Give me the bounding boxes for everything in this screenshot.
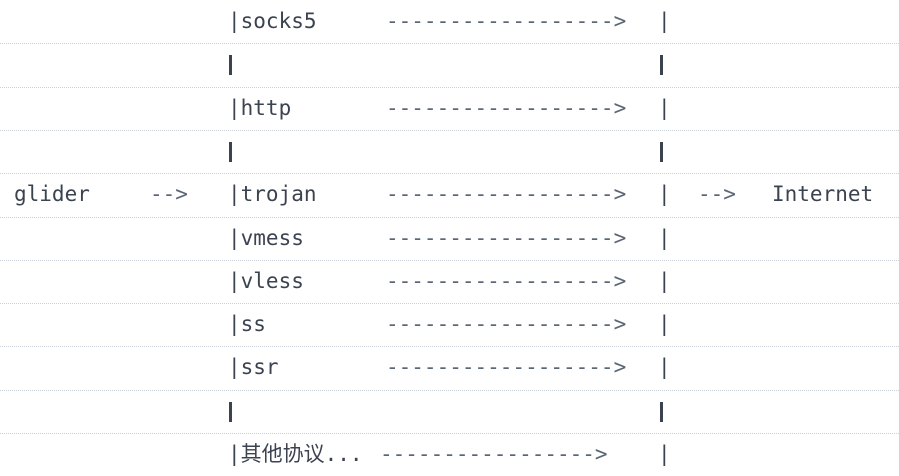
row-end-bar: |	[658, 442, 671, 466]
row-end-bar: |	[658, 96, 671, 120]
protocol-row: |ss ------------------> |	[0, 303, 899, 346]
vertical-bar-right	[660, 55, 663, 75]
vertical-bar-left	[229, 142, 232, 162]
row-end-bar: |	[658, 226, 671, 250]
protocol-label: |vless	[228, 269, 304, 293]
protocol-arrow: ------------------>	[386, 312, 627, 336]
row-end-bar: |	[658, 312, 671, 336]
protocol-row: |socks5 ------------------> |	[0, 0, 899, 43]
protocol-row: |vmess ------------------> |	[0, 217, 899, 260]
internet-arrow: -->	[698, 182, 736, 206]
protocol-label: |http	[228, 96, 292, 120]
vertical-bar-right	[660, 142, 663, 162]
protocol-label: |vmess	[228, 226, 304, 250]
protocol-label: |其他协议...	[228, 442, 363, 466]
protocol-row: |其他协议... -----------------> |	[0, 433, 899, 476]
protocol-arrow: ----------------->	[380, 442, 608, 466]
row-end-bar: |	[658, 355, 671, 379]
protocol-label: |ss	[228, 312, 266, 336]
protocol-row: |vless ------------------> |	[0, 260, 899, 303]
vertical-bar-left	[229, 55, 232, 75]
protocol-label: |ssr	[228, 355, 279, 379]
protocol-row	[0, 390, 899, 433]
vertical-bar-left	[229, 402, 232, 422]
glider-arrow: -->	[150, 182, 188, 206]
protocol-row	[0, 130, 899, 173]
protocol-label: |trojan	[228, 182, 317, 206]
glider-label: glider	[14, 182, 90, 206]
row-end-bar: |	[658, 269, 671, 293]
proxy-diagram: |socks5 ------------------> | |http --------…	[0, 0, 899, 475]
protocol-arrow: ------------------>	[386, 269, 627, 293]
protocol-row: |ssr ------------------> |	[0, 346, 899, 389]
protocol-arrow: ------------------>	[386, 226, 627, 250]
protocol-arrow: ------------------>	[386, 9, 627, 33]
protocol-arrow: ------------------>	[386, 96, 627, 120]
row-end-bar: |	[658, 9, 671, 33]
protocol-arrow: ------------------>	[386, 355, 627, 379]
protocol-row: |trojan ------------------> | glider --> --> I…	[0, 173, 899, 216]
row-end-bar: |	[658, 182, 671, 206]
protocol-label: |socks5	[228, 9, 317, 33]
internet-label: Internet	[772, 182, 874, 206]
protocol-row: |http ------------------> |	[0, 87, 899, 130]
protocol-arrow: ------------------>	[386, 182, 627, 206]
protocol-row	[0, 43, 899, 86]
vertical-bar-right	[660, 402, 663, 422]
